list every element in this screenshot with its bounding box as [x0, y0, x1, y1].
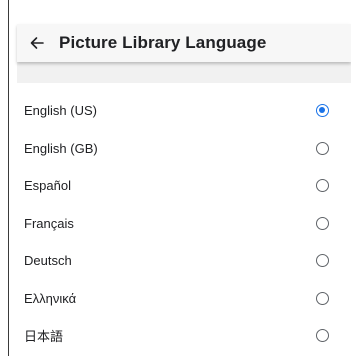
back-button[interactable]: [17, 24, 57, 62]
radio-button[interactable]: [316, 104, 329, 118]
language-settings-panel: Picture Library Language English (US) En…: [9, 0, 351, 356]
language-list: English (US) English (GB) Español França…: [9, 92, 351, 355]
language-label: Español: [24, 178, 71, 194]
radio-button[interactable]: [316, 216, 329, 230]
language-option-en-us[interactable]: English (US): [9, 92, 351, 130]
radio-button[interactable]: [316, 291, 329, 305]
language-option-fr[interactable]: Français: [9, 205, 351, 243]
language-option-en-gb[interactable]: English (GB): [9, 130, 351, 168]
language-label: English (GB): [24, 140, 98, 156]
language-option-ja[interactable]: 日本語: [9, 317, 351, 355]
radio-button[interactable]: [316, 254, 329, 268]
app-bar: Picture Library Language: [17, 24, 351, 62]
radio-button[interactable]: [316, 329, 329, 343]
language-label: 日本語: [24, 329, 64, 345]
language-label: Deutsch: [24, 253, 72, 269]
language-label: Ελληνικά: [24, 290, 77, 306]
radio-button[interactable]: [316, 141, 329, 155]
language-option-es[interactable]: Español: [9, 167, 351, 205]
app-frame: Picture Library Language English (US) En…: [0, 0, 351, 356]
language-option-el[interactable]: Ελληνικά: [9, 280, 351, 318]
page-title: Picture Library Language: [59, 33, 267, 52]
header-spacer: [17, 62, 351, 83]
language-label: Français: [24, 215, 74, 231]
language-option-de[interactable]: Deutsch: [9, 242, 351, 280]
language-label: English (US): [24, 103, 97, 119]
radio-button[interactable]: [316, 179, 329, 193]
arrow-left-icon: [30, 37, 44, 49]
